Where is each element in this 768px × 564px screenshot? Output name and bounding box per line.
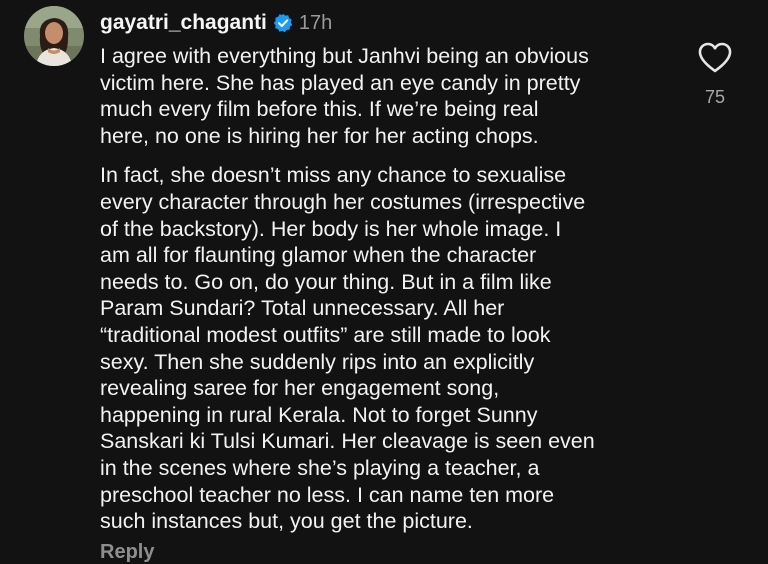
timestamp: 17h [298,11,333,34]
reply-button[interactable]: Reply [100,541,154,564]
heart-outline-icon[interactable] [698,42,732,73]
like-section: 75 [695,42,735,108]
username[interactable]: gayatri_chaganti [100,11,267,35]
comment-body: I agree with everything but Janhvi being… [100,43,660,535]
verified-badge-icon [273,13,293,33]
avatar[interactable] [24,6,84,66]
avatar-image [24,6,84,66]
comment-paragraph: In fact, she doesn’t miss any chance to … [100,163,595,534]
comment-paragraph: I agree with everything but Janhvi being… [100,44,589,148]
comment-header: gayatri_chaganti 17h [100,8,332,38]
like-count: 75 [704,87,726,107]
